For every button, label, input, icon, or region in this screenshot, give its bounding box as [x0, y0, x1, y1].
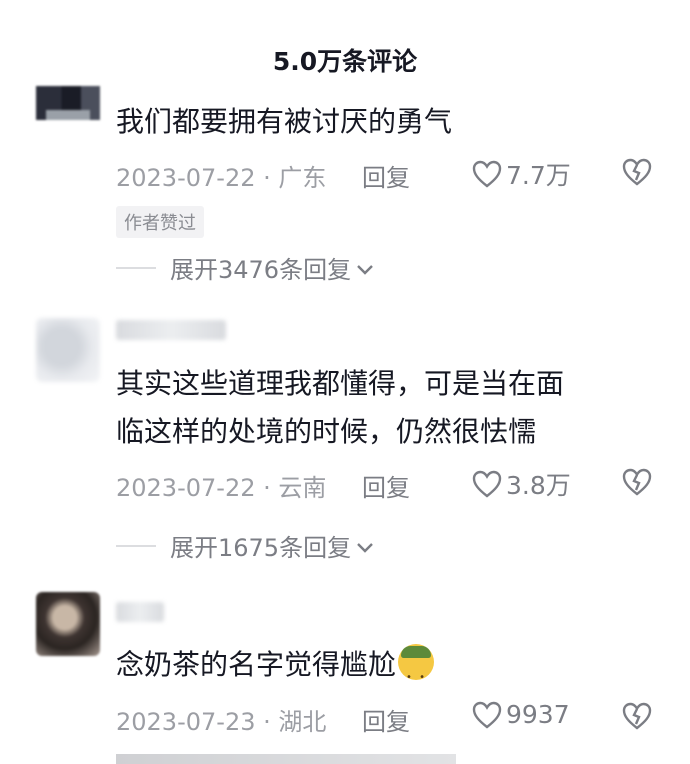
broken-heart-icon — [622, 702, 652, 730]
dislike-button[interactable] — [622, 158, 652, 186]
reply-button[interactable]: 回复 — [362, 468, 410, 503]
divider-line — [116, 544, 156, 547]
expand-replies-button[interactable]: 展开1675条回复 — [116, 528, 375, 563]
heart-outline-icon — [472, 160, 502, 188]
nickname-blurred[interactable] — [116, 320, 226, 340]
chevron-down-icon — [355, 532, 375, 560]
like-count: 9937 — [506, 700, 570, 729]
heart-outline-icon — [472, 470, 502, 498]
expand-replies-label: 展开1675条回复 — [170, 534, 352, 562]
comment-text-body: 念奶茶的名字觉得尴尬 — [116, 648, 397, 681]
like-button[interactable]: 3.8万 — [472, 466, 571, 502]
comments-header: 5.0万条评论 — [0, 0, 690, 86]
comment-text: 我们都要拥有被讨厌的勇气 — [116, 105, 453, 138]
dislike-button[interactable] — [622, 468, 652, 496]
dislike-button[interactable] — [622, 702, 652, 730]
comment-meta: 2023-07-22 · 云南 — [116, 474, 327, 502]
avatar[interactable] — [36, 318, 100, 382]
like-count: 7.7万 — [506, 161, 571, 190]
expand-replies-label: 展开3476条回复 — [170, 256, 352, 284]
nickname-blurred[interactable] — [116, 602, 164, 622]
expand-replies-button[interactable]: 展开3476条回复 — [116, 250, 375, 285]
reply-button[interactable]: 回复 — [362, 158, 410, 193]
author-liked-badge: 作者赞过 — [116, 206, 204, 238]
divider-line — [116, 266, 156, 269]
avatar[interactable] — [36, 592, 100, 656]
comment-text-line1: 其实这些道理我都懂得，可是当在面 — [116, 367, 565, 400]
chevron-down-icon — [355, 254, 375, 282]
emoji-icon — [398, 644, 435, 698]
broken-heart-icon — [622, 158, 652, 186]
avatar[interactable] — [36, 86, 100, 120]
like-button[interactable]: 9937 — [472, 700, 570, 729]
like-button[interactable]: 7.7万 — [472, 156, 571, 192]
broken-heart-icon — [622, 468, 652, 496]
comment-text: 念奶茶的名字觉得尴尬 — [116, 644, 435, 698]
reply-button[interactable]: 回复 — [362, 702, 410, 737]
like-count: 3.8万 — [506, 471, 571, 500]
comment-meta: 2023-07-23 · 湖北 — [116, 708, 327, 736]
heart-outline-icon — [472, 701, 502, 729]
comment-text-line2: 临这样的处境的时候，仍然很怯懦 — [116, 415, 537, 448]
comment-count-title: 5.0万条评论 — [272, 47, 418, 76]
expand-replies-cutoff — [116, 754, 456, 764]
comment-meta: 2023-07-22 · 广东 — [116, 164, 327, 192]
